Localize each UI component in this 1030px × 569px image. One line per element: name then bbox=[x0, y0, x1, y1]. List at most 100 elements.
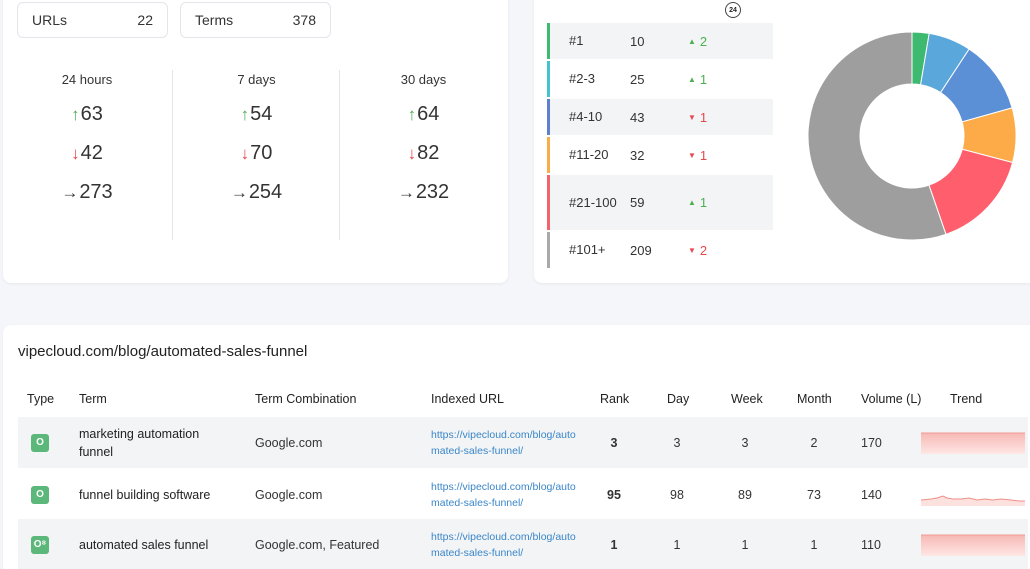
rank-cell: 1 bbox=[610, 537, 618, 552]
col-header-week[interactable]: Week bbox=[731, 392, 763, 406]
col-header-volume[interactable]: Volume (L) bbox=[861, 392, 921, 406]
term-cell: marketing automation funnel bbox=[79, 426, 200, 459]
down-value: 70 bbox=[250, 142, 273, 164]
col-header-combination[interactable]: Term Combination bbox=[255, 392, 356, 406]
rank-row[interactable]: #4-10 43 ▼ 1 bbox=[547, 99, 773, 135]
trend-sparkline[interactable] bbox=[921, 484, 1025, 506]
table-row[interactable]: O marketing automation funnel Google.com… bbox=[18, 417, 1028, 468]
triangle-down-icon: ▼ bbox=[688, 112, 696, 122]
rank-change-value: 1 bbox=[699, 71, 708, 87]
period-title: 24 hours bbox=[61, 72, 113, 87]
table-row[interactable]: O funnel building software Google.com ht… bbox=[18, 469, 1028, 520]
rank-row[interactable]: #21-100 59 ▲ 1 bbox=[547, 175, 773, 230]
trend-sparkline[interactable] bbox=[921, 432, 1025, 454]
arrow-up-icon: ↑ bbox=[240, 104, 250, 124]
week-cell: 3 bbox=[741, 435, 749, 450]
arrow-down-icon: ↓ bbox=[407, 143, 417, 163]
flat-count: → 232 bbox=[340, 181, 507, 204]
col-header-type[interactable]: Type bbox=[27, 392, 54, 406]
day-cell: 1 bbox=[673, 537, 681, 552]
rank-count: 209 bbox=[630, 242, 652, 258]
term-cell: automated sales funnel bbox=[79, 537, 209, 552]
term-cell: funnel building software bbox=[79, 487, 211, 502]
rank-change-value: 2 bbox=[699, 242, 708, 258]
rank-label: #1 bbox=[569, 33, 584, 48]
arrow-right-icon: → bbox=[230, 182, 248, 202]
rank-change: ▼ 2 bbox=[688, 243, 707, 258]
period-title: 30 days bbox=[400, 72, 447, 87]
indexed-url-link[interactable]: https://vipecloud.com/blog/automated-sal… bbox=[431, 529, 581, 561]
triangle-up-icon: ▲ bbox=[688, 74, 696, 84]
rank-row[interactable]: #1 10 ▲ 2 bbox=[547, 23, 773, 59]
month-cell: 2 bbox=[810, 435, 818, 450]
rank-row[interactable]: #101+ 209 ▼ 2 bbox=[547, 232, 773, 268]
rank-change: ▼ 1 bbox=[688, 110, 707, 125]
rank-label: #101+ bbox=[569, 242, 606, 257]
rank-change-value: 1 bbox=[699, 109, 708, 125]
rank-label: #21-100 bbox=[569, 194, 617, 210]
volume-cell: 110 bbox=[861, 537, 881, 552]
organic-featured-type-icon: O⁸ bbox=[31, 535, 49, 554]
rank-count: 59 bbox=[630, 195, 645, 210]
rank-count: 10 bbox=[630, 33, 645, 49]
rank-change-value: 1 bbox=[699, 195, 708, 210]
month-cell: 73 bbox=[807, 487, 821, 502]
period-24h: 24 hours ↑ 63 ↓ 42 → 273 bbox=[3, 70, 171, 240]
trend-sparkline[interactable] bbox=[921, 534, 1025, 556]
clock-label: 24 bbox=[729, 6, 737, 14]
combo-cell: Google.com, Featured bbox=[255, 537, 380, 552]
organic-type-icon: O bbox=[31, 485, 49, 504]
rank-label: #2-3 bbox=[569, 71, 596, 86]
terms-count-pill[interactable]: Terms 378 bbox=[180, 2, 331, 38]
rank-change: ▲ 2 bbox=[688, 34, 707, 49]
combo-cell: Google.com bbox=[255, 435, 323, 450]
indexed-url-link[interactable]: https://vipecloud.com/blog/automated-sal… bbox=[431, 479, 581, 511]
week-cell: 1 bbox=[741, 537, 749, 552]
table-row[interactable]: O⁸ automated sales funnel Google.com, Fe… bbox=[18, 519, 1028, 569]
col-header-rank[interactable]: Rank bbox=[600, 392, 629, 406]
rank-row[interactable]: #2-3 25 ▲ 1 bbox=[547, 61, 773, 97]
rank-donut-chart[interactable] bbox=[806, 30, 1018, 242]
flat-value: 273 bbox=[79, 181, 113, 203]
col-header-month[interactable]: Month bbox=[797, 392, 832, 406]
terms-label: Terms bbox=[195, 12, 234, 28]
col-header-term[interactable]: Term bbox=[79, 392, 107, 406]
col-header-day[interactable]: Day bbox=[667, 392, 689, 406]
rank-change-value: 1 bbox=[699, 147, 708, 163]
down-count: ↓ 42 bbox=[3, 142, 171, 165]
col-header-url[interactable]: Indexed URL bbox=[431, 392, 504, 406]
arrow-up-icon: ↑ bbox=[407, 104, 417, 124]
urls-count-pill[interactable]: URLs 22 bbox=[17, 2, 168, 38]
arrow-down-icon: ↓ bbox=[240, 143, 250, 163]
table-title: vipecloud.com/blog/automated-sales-funne… bbox=[18, 343, 308, 360]
up-count: ↑ 63 bbox=[3, 103, 171, 126]
up-value: 64 bbox=[417, 103, 440, 125]
organic-type-icon: O bbox=[31, 433, 49, 452]
triangle-up-icon: ▲ bbox=[688, 36, 696, 46]
day-cell: 3 bbox=[673, 435, 681, 450]
arrow-right-icon: → bbox=[397, 182, 415, 202]
clock-24h-icon[interactable]: 24 bbox=[725, 2, 741, 18]
up-value: 63 bbox=[80, 103, 103, 125]
triangle-up-icon: ▲ bbox=[688, 198, 696, 207]
up-count: ↑ 64 bbox=[340, 103, 507, 126]
volume-cell: 170 bbox=[861, 435, 882, 450]
rank-change: ▲ 1 bbox=[688, 72, 707, 87]
rank-count: 25 bbox=[630, 71, 645, 87]
triangle-down-icon: ▼ bbox=[688, 150, 696, 160]
rank-row[interactable]: #11-20 32 ▼ 1 bbox=[547, 137, 773, 173]
flat-count: → 254 bbox=[173, 181, 340, 204]
month-cell: 1 bbox=[810, 537, 818, 552]
down-count: ↓ 70 bbox=[173, 142, 340, 165]
rank-label: #11-20 bbox=[569, 147, 609, 162]
urls-label: URLs bbox=[32, 12, 68, 28]
rank-label: #4-10 bbox=[569, 109, 603, 124]
flat-value: 232 bbox=[415, 181, 450, 203]
down-count: ↓ 82 bbox=[340, 142, 507, 165]
indexed-url-link[interactable]: https://vipecloud.com/blog/automated-sal… bbox=[431, 427, 581, 459]
rank-change-value: 2 bbox=[699, 33, 708, 49]
up-count: ↑ 54 bbox=[173, 103, 340, 126]
up-value: 54 bbox=[250, 103, 273, 125]
col-header-trend[interactable]: Trend bbox=[950, 392, 982, 406]
arrow-right-icon: → bbox=[61, 182, 79, 202]
